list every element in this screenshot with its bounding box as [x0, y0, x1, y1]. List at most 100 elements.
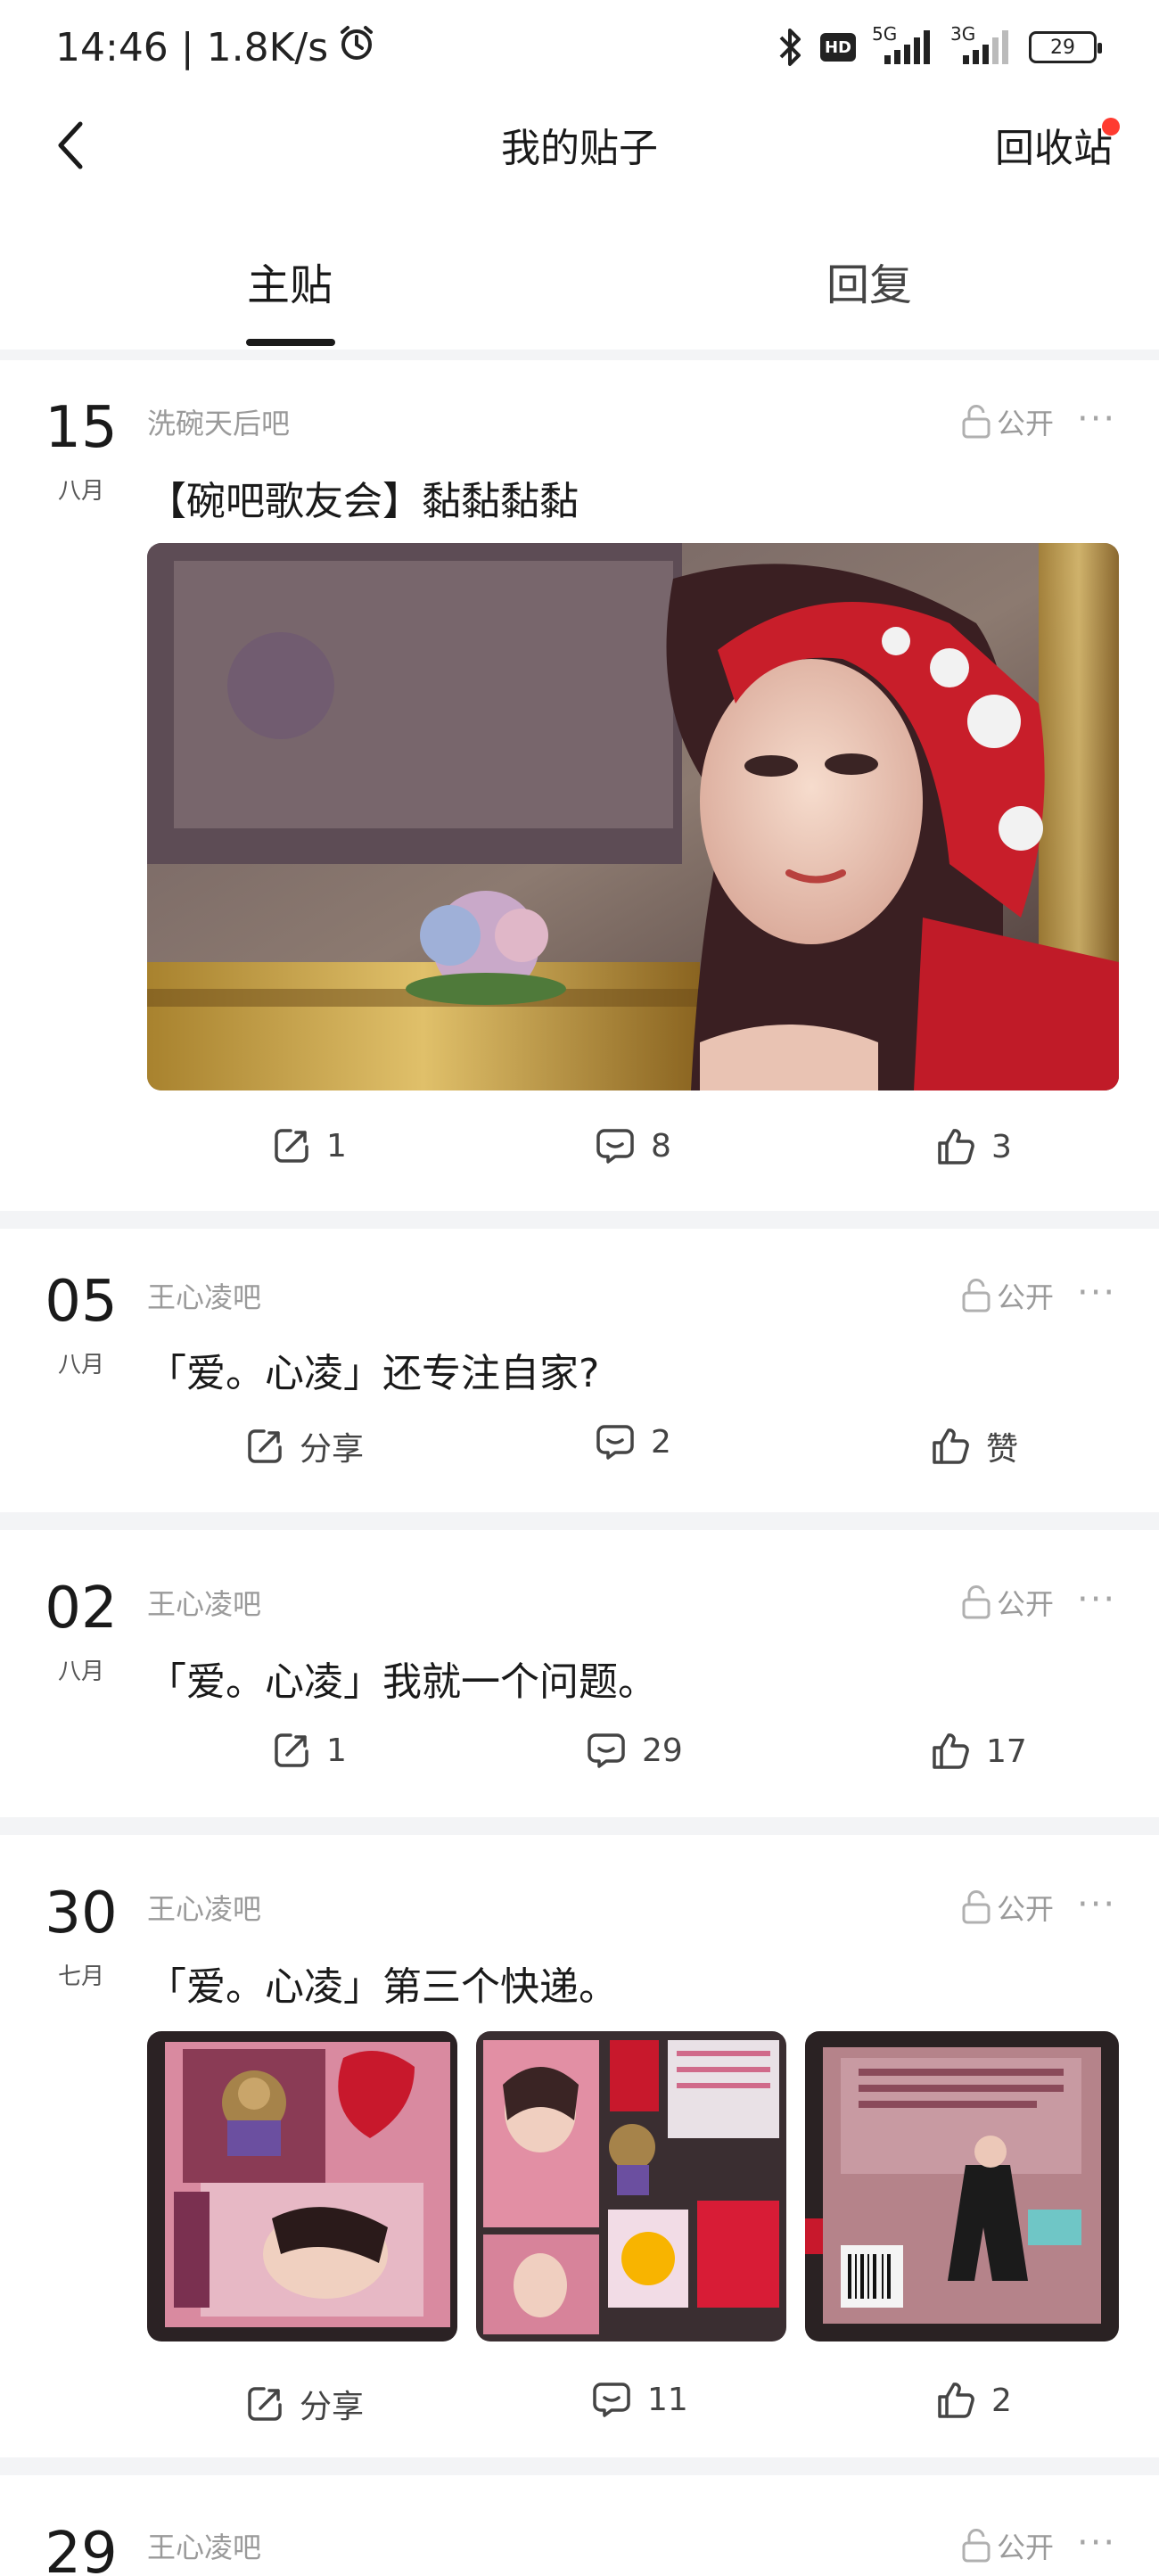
post-image[interactable] [147, 2031, 457, 2341]
notification-dot [1102, 118, 1120, 136]
share-button[interactable]: 1 [273, 1127, 347, 1165]
visibility-label: 公开 [997, 1892, 1055, 1926]
more-options-icon[interactable]: ··· [1077, 1275, 1116, 1311]
lock-open-icon [962, 405, 990, 439]
post-item[interactable]: 05 八月 王心凌吧 公开 ··· 「爱。心凌」还专注自家? 分享 2 赞 [0, 1229, 1159, 1512]
comment-count: 8 [651, 1127, 671, 1165]
signal-5g-icon: 5G [872, 23, 934, 68]
visibility-toggle[interactable]: 公开 [961, 1887, 1054, 1928]
divider [0, 1512, 1159, 1530]
comment-button[interactable]: 11 [592, 2381, 688, 2418]
share-button[interactable]: 分享 [246, 2381, 364, 2427]
more-options-icon[interactable]: ··· [1077, 1887, 1116, 1922]
like-count: 17 [986, 1732, 1027, 1770]
share-icon [248, 1429, 282, 1463]
share-icon [275, 1733, 308, 1767]
hd-icon: HD [820, 33, 856, 62]
visibility-label: 公开 [997, 1280, 1055, 1314]
post-date-day: 15 [45, 395, 118, 461]
comment-count: 11 [647, 2381, 688, 2418]
forum-name[interactable]: 王心凌吧 [147, 2525, 261, 2566]
post-item[interactable]: 29 王心凌吧 公开 ··· [0, 2475, 1159, 2576]
visibility-toggle[interactable]: 公开 [961, 1275, 1054, 1316]
forum-name[interactable]: 洗碗天后吧 [147, 401, 290, 442]
like-button[interactable]: 赞 [931, 1423, 1018, 1469]
signal-3g-icon: 3G [950, 23, 1013, 68]
post-date-day: 05 [45, 1269, 118, 1335]
comment-button[interactable]: 29 [587, 1732, 683, 1769]
share-count: 1 [326, 1127, 347, 1165]
divider [0, 2457, 1159, 2475]
post-date-day: 29 [45, 2521, 118, 2576]
post-date-month: 八月 [57, 478, 104, 505]
post-date-month: 八月 [57, 1658, 104, 1685]
battery-level: 29 [1050, 36, 1075, 59]
alarm-icon [337, 23, 376, 72]
status-time-speed: 14:46 | 1.8K/s [55, 25, 329, 70]
header: 我的贴子 回收站 [0, 98, 1159, 196]
tab-active-indicator [246, 339, 335, 346]
share-count: 1 [326, 1732, 347, 1769]
share-icon [248, 2387, 282, 2421]
forum-name[interactable]: 王心凌吧 [147, 1275, 261, 1316]
bluetooth-icon [777, 27, 804, 68]
lock-open-icon [962, 1585, 990, 1619]
recycle-bin-button[interactable]: 回收站 [995, 116, 1113, 173]
lock-open-icon [962, 2529, 990, 2563]
visibility-label: 公开 [997, 407, 1055, 440]
comment-icon [593, 2383, 630, 2417]
comment-button[interactable]: 8 [596, 1127, 671, 1165]
post-image[interactable] [805, 2031, 1119, 2341]
post-title[interactable]: 「爱。心凌」我就一个问题。 [147, 1650, 657, 1707]
divider [0, 1211, 1159, 1229]
divider [0, 1817, 1159, 1835]
comment-icon [588, 1733, 625, 1768]
post-date-day: 02 [45, 1576, 118, 1642]
more-options-icon[interactable]: ··· [1077, 401, 1116, 437]
divider [0, 350, 1159, 360]
thumbs-up-icon [933, 1733, 969, 1769]
comment-icon [596, 1425, 634, 1460]
comment-icon [596, 1129, 634, 1164]
more-options-icon[interactable]: ··· [1077, 2525, 1116, 2561]
post-date-month: 七月 [57, 1963, 104, 1990]
battery-icon: 29 [1029, 31, 1102, 63]
visibility-toggle[interactable]: 公开 [961, 1582, 1054, 1623]
tab-replies[interactable]: 回复 [736, 250, 1003, 312]
like-count: 3 [991, 1128, 1012, 1165]
post-image[interactable] [147, 543, 1119, 1090]
like-button[interactable]: 17 [931, 1732, 1027, 1771]
share-icon [275, 1129, 308, 1163]
post-item[interactable]: 30 七月 王心凌吧 公开 ··· 「爱。心凌」第三个快递。 分享 11 2 [0, 1835, 1159, 2457]
comment-button[interactable]: 2 [596, 1423, 671, 1461]
status-right: HD 5G 3G 29 [777, 23, 1102, 68]
thumbs-up-icon [938, 1129, 974, 1165]
like-button[interactable]: 2 [936, 2381, 1012, 2420]
more-options-icon[interactable]: ··· [1077, 1582, 1116, 1617]
status-left: 14:46 | 1.8K/s [55, 23, 376, 72]
lock-open-icon [962, 1890, 990, 1924]
page-title: 我的贴子 [501, 126, 658, 171]
share-button[interactable]: 1 [273, 1732, 347, 1769]
post-date-day: 30 [45, 1881, 118, 1946]
post-title[interactable]: 「爱。心凌」还专注自家? [147, 1341, 599, 1398]
comment-count: 29 [642, 1732, 683, 1769]
forum-name[interactable]: 王心凌吧 [147, 1582, 261, 1623]
thumbs-up-icon [933, 1428, 969, 1464]
visibility-label: 公开 [997, 1587, 1055, 1621]
post-image[interactable] [476, 2031, 786, 2341]
like-button[interactable]: 3 [936, 1127, 1012, 1166]
share-button[interactable]: 分享 [246, 1423, 364, 1469]
post-title[interactable]: 【碗吧歌友会】黏黏黏黏 [147, 469, 579, 526]
post-title[interactable]: 「爱。心凌」第三个快递。 [147, 1955, 618, 2012]
thumbs-up-icon [938, 2383, 974, 2418]
lock-open-icon [962, 1279, 990, 1313]
visibility-toggle[interactable]: 公开 [961, 2525, 1054, 2566]
like-count: 2 [991, 2382, 1012, 2419]
post-item[interactable]: 15 八月 洗碗天后吧 公开 ··· 【碗吧歌友会】黏黏黏黏 1 8 3 [0, 360, 1159, 1211]
forum-name[interactable]: 王心凌吧 [147, 1887, 261, 1928]
post-item[interactable]: 02 八月 王心凌吧 公开 ··· 「爱。心凌」我就一个问题。 1 29 17 [0, 1530, 1159, 1817]
comment-count: 2 [651, 1423, 671, 1461]
visibility-toggle[interactable]: 公开 [961, 401, 1054, 442]
tab-main-posts[interactable]: 主贴 [156, 250, 423, 312]
